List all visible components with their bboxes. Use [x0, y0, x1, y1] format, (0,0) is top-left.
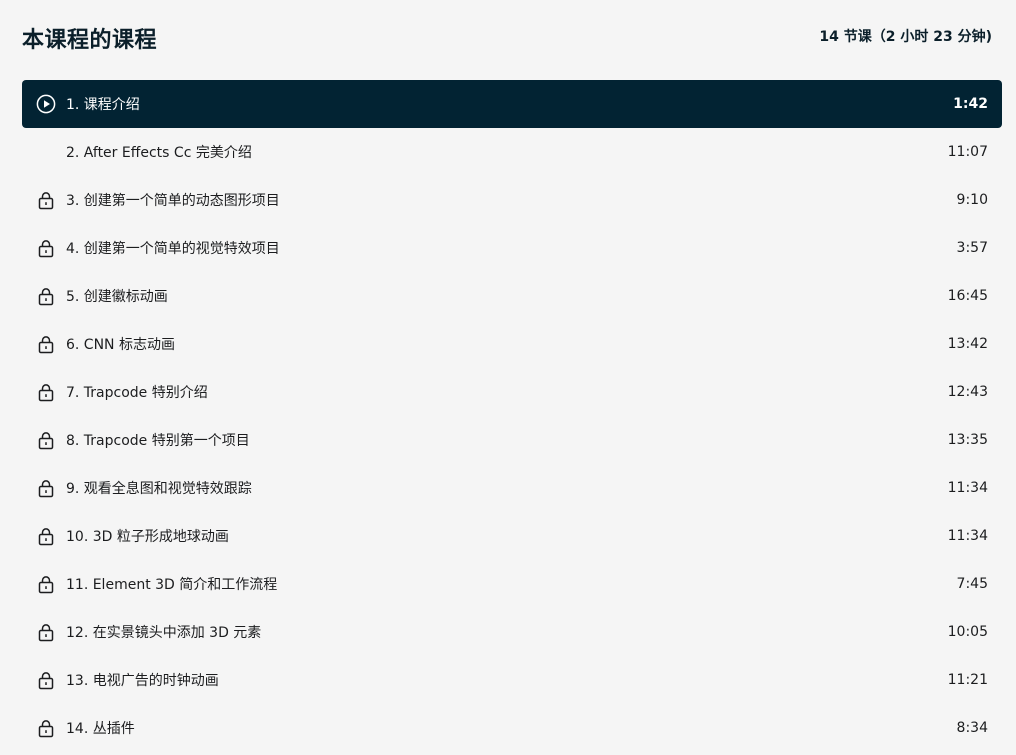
- lesson-title: 12. 在实景镜头中添加 3D 元素: [66, 625, 262, 641]
- lock-icon: [36, 430, 56, 450]
- lesson-row-5[interactable]: 5. 创建徽标动画 16:45: [22, 272, 1002, 320]
- lock-icon: [36, 718, 56, 738]
- lesson-row-1[interactable]: 1. 课程介绍 1:42: [22, 80, 1002, 128]
- lesson-duration: 11:07: [947, 144, 988, 160]
- play-circle-icon[interactable]: [36, 94, 56, 114]
- lock-icon: [36, 574, 56, 594]
- lesson-duration: 11:34: [947, 480, 988, 496]
- course-content-header: 本课程的课程 14 节课（2 小时 23 分钟): [22, 22, 992, 56]
- lesson-duration: 9:10: [956, 192, 988, 208]
- lesson-count-summary: 14 节课（2 小时 23 分钟): [819, 29, 992, 45]
- lesson-duration: 1:42: [953, 96, 988, 112]
- lesson-row-13[interactable]: 13. 电视广告的时钟动画 11:21: [22, 656, 1002, 704]
- lesson-row-9[interactable]: 9. 观看全息图和视觉特效跟踪 11:34: [22, 464, 1002, 512]
- lesson-title: 14. 丛插件: [66, 721, 135, 737]
- lock-icon: [36, 622, 56, 642]
- lesson-title: 7. Trapcode 特别介绍: [66, 385, 208, 401]
- lesson-row-14[interactable]: 14. 丛插件 8:34: [22, 704, 1002, 752]
- lock-icon: [36, 382, 56, 402]
- lesson-row-8[interactable]: 8. Trapcode 特别第一个项目 13:35: [22, 416, 1002, 464]
- lesson-title: 1. 课程介绍: [66, 97, 140, 113]
- lesson-row-7[interactable]: 7. Trapcode 特别介绍 12:43: [22, 368, 1002, 416]
- lesson-title: 11. Element 3D 简介和工作流程: [66, 577, 278, 593]
- lesson-list: 1. 课程介绍 1:42 2. After Effects Cc 完美介绍 11…: [22, 80, 1002, 752]
- lesson-duration: 11:21: [947, 672, 988, 688]
- lesson-duration: 11:34: [947, 528, 988, 544]
- lock-icon: [36, 670, 56, 690]
- lesson-row-4[interactable]: 4. 创建第一个简单的视觉特效项目 3:57: [22, 224, 1002, 272]
- lesson-duration: 12:43: [947, 384, 988, 400]
- lesson-title: 6. CNN 标志动画: [66, 337, 175, 353]
- lesson-icon-placeholder: [36, 142, 56, 162]
- lesson-row-12[interactable]: 12. 在实景镜头中添加 3D 元素 10:05: [22, 608, 1002, 656]
- lock-icon: [36, 190, 56, 210]
- lesson-title: 4. 创建第一个简单的视觉特效项目: [66, 241, 280, 257]
- lesson-duration: 3:57: [956, 240, 988, 256]
- page-title: 本课程的课程: [22, 28, 158, 53]
- lesson-duration: 10:05: [947, 624, 988, 640]
- lesson-row-3[interactable]: 3. 创建第一个简单的动态图形项目 9:10: [22, 176, 1002, 224]
- lesson-title: 3. 创建第一个简单的动态图形项目: [66, 193, 280, 209]
- lesson-title: 9. 观看全息图和视觉特效跟踪: [66, 481, 252, 497]
- lesson-title: 8. Trapcode 特别第一个项目: [66, 433, 250, 449]
- lesson-duration: 8:34: [956, 720, 988, 736]
- lesson-row-10[interactable]: 10. 3D 粒子形成地球动画 11:34: [22, 512, 1002, 560]
- lesson-duration: 13:42: [947, 336, 988, 352]
- course-content-panel: 本课程的课程 14 节课（2 小时 23 分钟) 1. 课程介绍 1:42 2.…: [0, 0, 1016, 755]
- lesson-duration: 13:35: [947, 432, 988, 448]
- lock-icon: [36, 478, 56, 498]
- lock-icon: [36, 334, 56, 354]
- lesson-title: 5. 创建徽标动画: [66, 289, 168, 305]
- lesson-row-6[interactable]: 6. CNN 标志动画 13:42: [22, 320, 1002, 368]
- lock-icon: [36, 238, 56, 258]
- lesson-duration: 16:45: [947, 288, 988, 304]
- lock-icon: [36, 526, 56, 546]
- lock-icon: [36, 286, 56, 306]
- lesson-row-2[interactable]: 2. After Effects Cc 完美介绍 11:07: [22, 128, 1002, 176]
- lesson-duration: 7:45: [956, 576, 988, 592]
- lesson-title: 10. 3D 粒子形成地球动画: [66, 529, 229, 545]
- lesson-title: 13. 电视广告的时钟动画: [66, 673, 219, 689]
- lesson-title: 2. After Effects Cc 完美介绍: [66, 145, 252, 161]
- lesson-row-11[interactable]: 11. Element 3D 简介和工作流程 7:45: [22, 560, 1002, 608]
